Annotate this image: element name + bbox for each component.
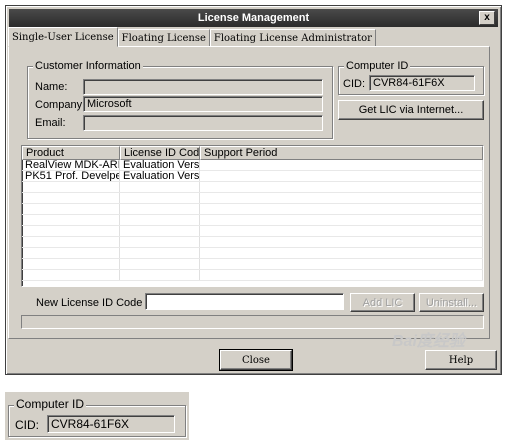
zoom-computer-id-legend: Computer ID bbox=[14, 397, 87, 411]
list-item[interactable]: PK51 Prof. Develpers Kit Evaluation Vers… bbox=[22, 171, 483, 182]
product-list[interactable]: Product License ID Code... Support Perio… bbox=[21, 145, 484, 287]
tab-floating-license[interactable]: Floating License bbox=[117, 29, 210, 47]
product-cell: RealView MDK-ARM bbox=[22, 160, 120, 170]
cid-label: CID: bbox=[343, 78, 365, 90]
email-label: Email: bbox=[35, 117, 66, 129]
close-window-button[interactable]: x bbox=[479, 11, 495, 25]
tab-floating-license-administrator[interactable]: Floating License Administrator bbox=[209, 29, 376, 47]
zoom-cid-field: CVR84-61F6X bbox=[47, 415, 175, 433]
column-header-support-period[interactable]: Support Period bbox=[200, 146, 483, 160]
column-header-license-id-code[interactable]: License ID Code... bbox=[120, 146, 200, 160]
email-field[interactable] bbox=[83, 115, 323, 131]
watermark-logo: Bai度经验 bbox=[392, 333, 465, 350]
add-lic-button[interactable]: Add LIC bbox=[350, 293, 415, 312]
get-lic-via-internet-button[interactable]: Get LIC via Internet... bbox=[338, 100, 484, 120]
name-field[interactable] bbox=[83, 79, 323, 95]
help-button[interactable]: Help bbox=[425, 350, 497, 370]
name-label: Name: bbox=[35, 81, 68, 93]
uninstall-button[interactable]: Uninstall... bbox=[419, 293, 484, 312]
list-item[interactable]: RealView MDK-ARM Evaluation Version bbox=[22, 160, 483, 171]
support-period-cell bbox=[200, 160, 483, 170]
computer-id-legend: Computer ID bbox=[344, 60, 411, 72]
license-id-cell: Evaluation Version bbox=[120, 171, 200, 181]
license-id-cell: Evaluation Version bbox=[120, 160, 200, 170]
product-cell: PK51 Prof. Develpers Kit bbox=[22, 171, 120, 181]
list-header: Product License ID Code... Support Perio… bbox=[22, 146, 483, 160]
column-header-product[interactable]: Product bbox=[22, 146, 120, 160]
title-bar[interactable]: License Management x bbox=[9, 9, 498, 27]
new-license-id-code-input[interactable] bbox=[145, 293, 344, 310]
computer-id-zoom: Computer ID CID: CVR84-61F6X bbox=[5, 392, 189, 440]
close-button[interactable]: Close bbox=[219, 349, 293, 371]
tab-strip: Single-User License Floating License Flo… bbox=[8, 27, 376, 47]
dialog-title: License Management bbox=[197, 12, 310, 24]
company-field[interactable]: Microsoft bbox=[83, 96, 323, 112]
cid-field: CVR84-61F6X bbox=[369, 75, 475, 91]
zoom-cid-label: CID: bbox=[15, 418, 39, 432]
support-period-cell bbox=[200, 171, 483, 181]
customer-information-legend: Customer Information bbox=[33, 60, 143, 72]
tab-single-user-license[interactable]: Single-User License bbox=[8, 27, 118, 47]
company-label: Company: bbox=[35, 99, 86, 111]
